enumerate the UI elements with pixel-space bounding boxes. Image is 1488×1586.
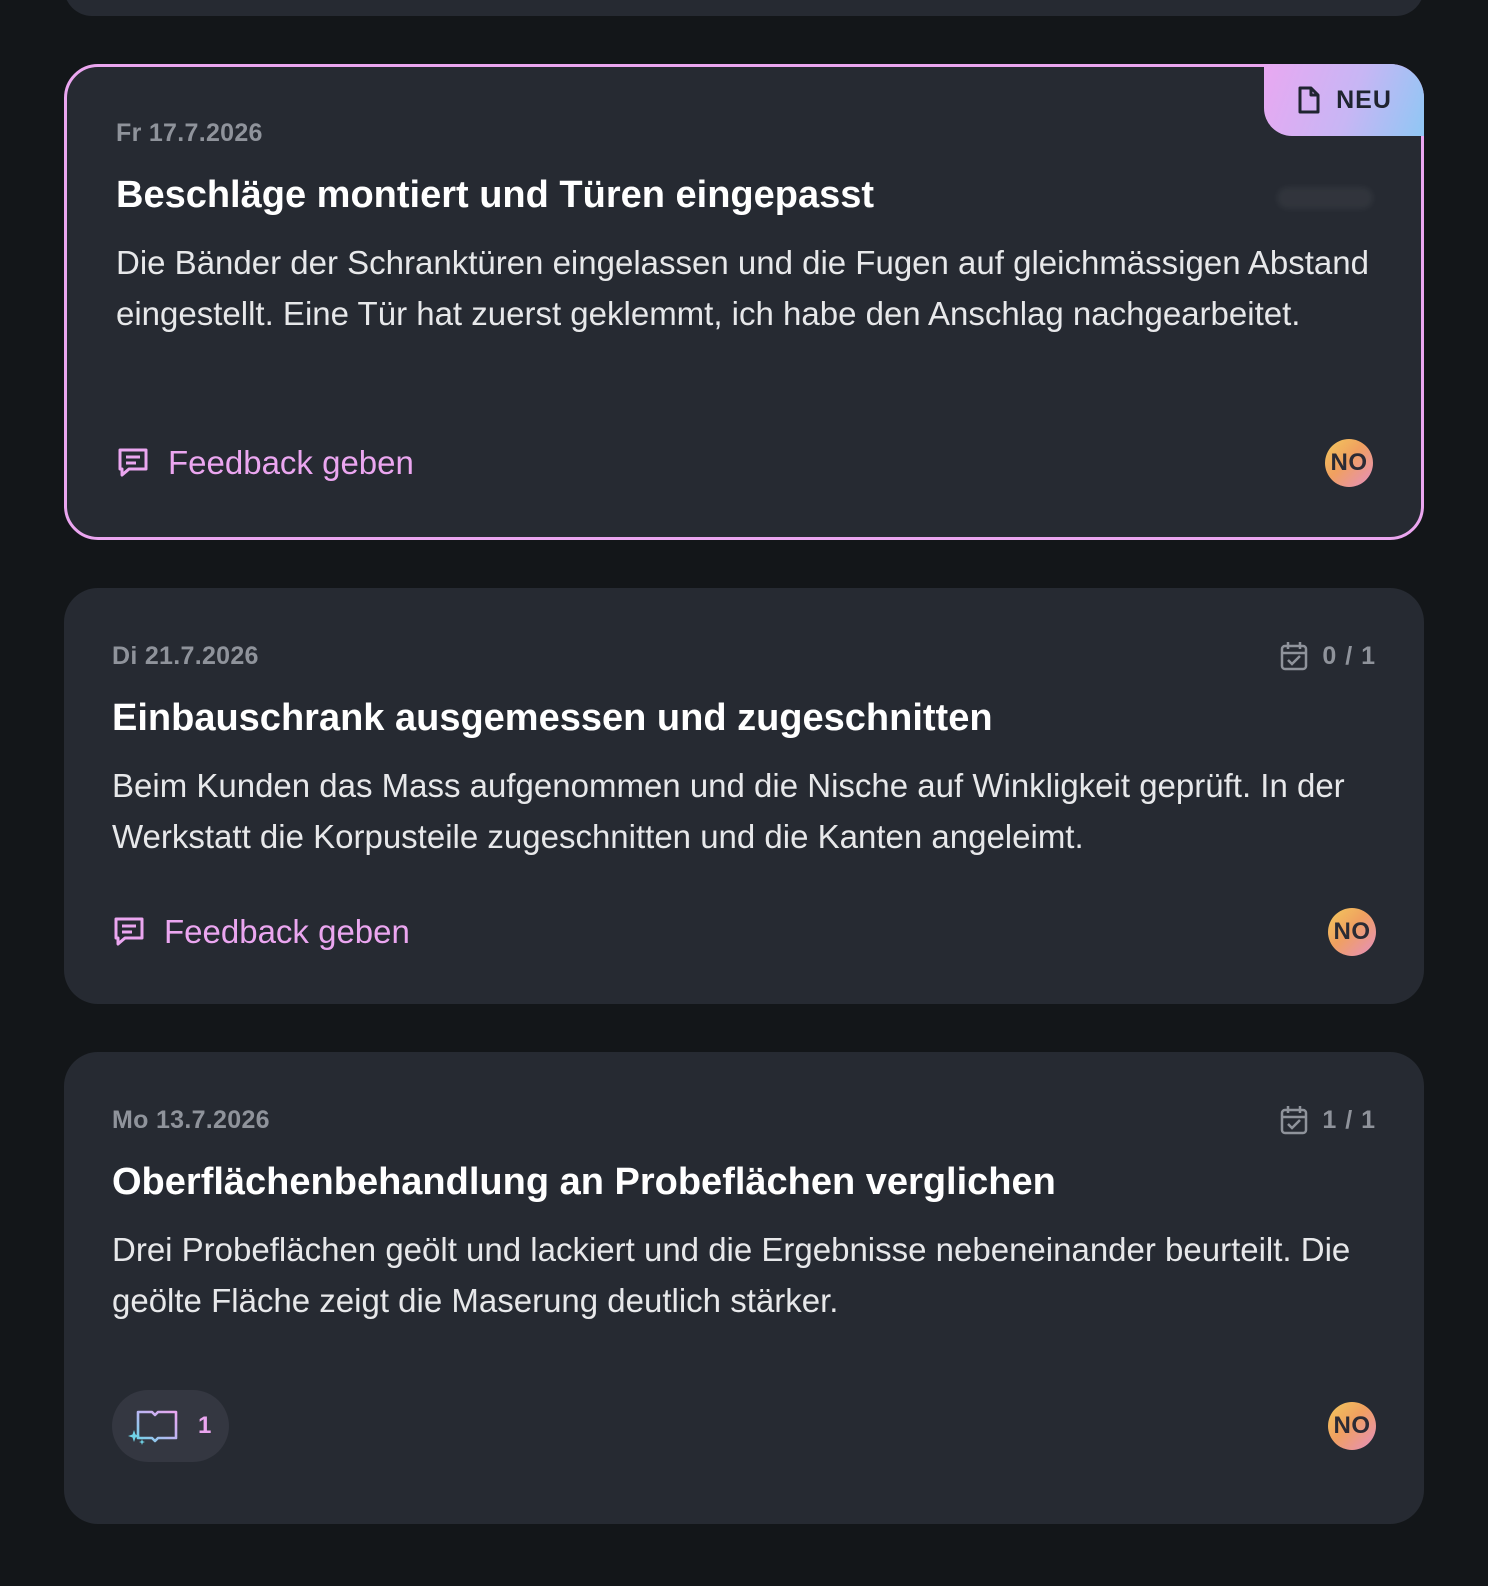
feedback-label: Feedback geben — [168, 444, 414, 481]
avatar[interactable]: NO — [1328, 908, 1376, 956]
feedback-button[interactable]: Feedback geben — [112, 913, 410, 951]
previous-card-edge[interactable] — [64, 0, 1424, 16]
entry-title: Beschläge montiert und Türen eingepasst — [116, 174, 875, 216]
calendar-check-icon — [1281, 1106, 1308, 1135]
task-progress: 0 / 1 — [1280, 641, 1376, 671]
task-progress-value: 1 / 1 — [1322, 1105, 1376, 1134]
feedback-button[interactable]: Feedback geben — [116, 444, 414, 482]
entry-card[interactable]: NEU Fr 17.7.2026 Beschläge montiert und … — [64, 64, 1424, 540]
entry-date: Mo 13.7.2026 — [112, 1105, 270, 1134]
avatar[interactable]: NO — [1328, 1402, 1376, 1450]
entry-date: Di 21.7.2026 — [112, 641, 259, 670]
learning-chip[interactable]: 1 — [112, 1390, 230, 1462]
task-progress-value: 0 / 1 — [1322, 641, 1376, 670]
entry-date: Fr 17.7.2026 — [116, 118, 263, 147]
avatar[interactable]: NO — [1325, 439, 1373, 487]
document-icon — [1298, 86, 1320, 114]
entry-body: Beim Kunden das Mass aufgenommen und die… — [112, 767, 1345, 855]
entry-title: Oberflächenbehandlung an Probeflächen ve… — [112, 1161, 1056, 1203]
hidden-progress-indicator — [1277, 187, 1373, 209]
learning-count: 1 — [198, 1412, 212, 1439]
new-badge-label: NEU — [1336, 85, 1392, 114]
calendar-check-icon — [1281, 642, 1308, 671]
comment-icon — [118, 448, 148, 477]
entry-title: Einbauschrank ausgemessen und zugeschnit… — [112, 697, 993, 739]
entry-card[interactable]: Mo 13.7.2026 1 / 1 Oberflächenbehandlung… — [64, 1052, 1424, 1524]
new-badge: NEU — [1264, 64, 1424, 136]
book-sparkle-icon — [128, 1410, 178, 1445]
entry-body: Drei Probeflächen geölt und lackiert und… — [112, 1231, 1351, 1319]
entry-card[interactable]: Di 21.7.2026 0 / 1 Einbauschrank ausgeme… — [64, 588, 1424, 1004]
task-progress: 1 / 1 — [1280, 1105, 1376, 1135]
entry-list: NEU Fr 17.7.2026 Beschläge montiert und … — [0, 0, 1488, 1586]
feedback-label: Feedback geben — [164, 913, 410, 950]
comment-icon — [114, 917, 144, 946]
entry-body: Die Bänder der Schranktüren eingelassen … — [116, 244, 1369, 332]
